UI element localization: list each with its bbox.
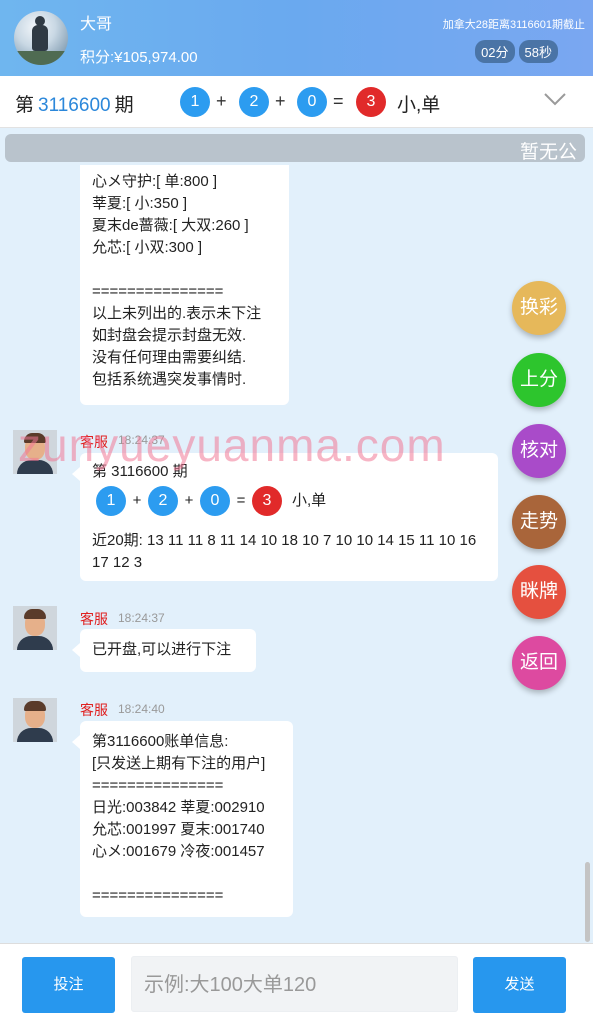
send-button[interactable]: 发送 xyxy=(473,957,566,1013)
countdown-timer: 02分 58秒 xyxy=(475,40,558,63)
message-time: 18:24:37 xyxy=(118,611,165,625)
message-line: 允芯:001997 夏末:001740 xyxy=(92,821,265,838)
message-line: 以上未列出的.表示未下注 xyxy=(92,305,262,322)
draw-result-bar[interactable]: 第 3116600 期 1 + 2 + 0 = 3 小,单 xyxy=(0,76,593,128)
draw-plus-1: + xyxy=(216,91,227,111)
message-ball-3: 0 xyxy=(200,486,230,516)
draw-equals: = xyxy=(333,91,344,111)
message-ball-2: 2 xyxy=(148,486,178,516)
switch-lottery-button[interactable]: 换彩 xyxy=(512,281,566,335)
message-line: 夏末de蔷薇:[ 大双:260 ] xyxy=(92,217,249,234)
input-bar: 投注 示例:大100大单120 发送 xyxy=(0,943,593,1024)
user-avatar[interactable] xyxy=(14,11,68,65)
draw-period: 第 3116600 期 xyxy=(15,90,134,117)
timer-seconds: 58秒 xyxy=(518,40,558,63)
header: 大哥 积分:¥105,974.00 加拿大28距离3116601期截止 02分 … xyxy=(0,0,593,76)
sender-name: 客服 xyxy=(80,611,108,627)
chat-scrollbar[interactable] xyxy=(585,862,590,942)
peek-cards-button[interactable]: 眯牌 xyxy=(512,565,566,619)
timer-minutes: 02分 xyxy=(475,40,515,63)
agent-avatar xyxy=(13,430,57,474)
message-draw-result: 小,单 xyxy=(292,492,327,509)
notice-text: 暂无公 xyxy=(519,142,577,162)
message-line: 心メ守护:[ 单:800 ] xyxy=(92,173,218,190)
message-line: 允芯:[ 小双:300 ] xyxy=(92,239,203,256)
chat-bubble-bill: 第3116600账单信息: [只发送上期有下注的用户] ============… xyxy=(72,721,293,917)
draw-prefix: 第 xyxy=(15,95,35,116)
message-line: =============== xyxy=(92,777,224,794)
message-line: [只发送上期有下注的用户] xyxy=(92,755,266,772)
message-line: 第3116600账单信息: xyxy=(92,733,229,750)
message-time: 18:24:40 xyxy=(118,702,165,716)
user-points: 积分:¥105,974.00 xyxy=(80,49,198,66)
sender-name: 客服 xyxy=(80,702,108,718)
draw-result: 小,单 xyxy=(397,95,441,116)
message-line: 莘夏:[ 小:350 ] xyxy=(92,195,188,212)
message-plus-1: + xyxy=(132,492,142,509)
bet-button[interactable]: 投注 xyxy=(22,957,115,1013)
message-time: 18:24:37 xyxy=(118,433,165,447)
message-line xyxy=(92,863,281,885)
message-line: 包括系统遇突发事情时. xyxy=(92,371,247,388)
chat-bubble-draw-result: 第 3116600 期 1 +2 +0 = 3 小,单 近20期: 13 11 11 8 … xyxy=(72,453,498,581)
chat-bubble-open: 已开盘,可以进行下注 xyxy=(72,629,256,672)
draw-suffix: 期 xyxy=(114,95,134,116)
draw-ball-2: 2 xyxy=(239,87,269,117)
message-draw-title: 第 3116600 期 xyxy=(92,463,188,480)
draw-period-number: 3116600 xyxy=(38,95,111,116)
message-line: 如封盘会提示封盘无效. xyxy=(92,327,247,344)
agent-avatar xyxy=(13,606,57,650)
trend-button[interactable]: 走势 xyxy=(512,495,566,549)
notice-marquee: 暂无公 xyxy=(5,134,585,162)
chat-area[interactable]: 心メ守护:[ 单:800 ] 莘夏:[ 小:350 ] 夏末de蔷薇:[ 大双:… xyxy=(0,165,593,943)
message-recent-history: 近20期: 13 11 11 8 11 14 10 18 10 7 10 10 … xyxy=(92,532,477,571)
message-line: 日光:003842 莘夏:002910 xyxy=(92,799,265,816)
deposit-button[interactable]: 上分 xyxy=(512,353,566,407)
message-sum-ball: 3 xyxy=(252,486,282,516)
bet-input[interactable]: 示例:大100大单120 xyxy=(131,956,458,1012)
user-name: 大哥 xyxy=(80,16,113,33)
chevron-down-icon[interactable] xyxy=(544,88,566,110)
draw-plus-2: + xyxy=(275,91,286,111)
draw-ball-3: 0 xyxy=(297,87,327,117)
message-ball-1: 1 xyxy=(96,486,126,516)
message-draw-balls: 1 +2 +0 = 3 小,单 xyxy=(92,486,486,524)
countdown-title: 加拿大28距离3116601期截止 xyxy=(442,19,585,31)
message-line: 没有任何理由需要纠结. xyxy=(92,349,247,366)
message-plus-2: + xyxy=(184,492,194,509)
message-equals: = xyxy=(236,492,246,509)
draw-ball-1: 1 xyxy=(180,87,210,117)
sender-name: 客服 xyxy=(80,434,108,450)
verify-button[interactable]: 核对 xyxy=(512,424,566,478)
chat-bubble-bet-summary: 心メ守护:[ 单:800 ] 莘夏:[ 小:350 ] 夏末de蔷薇:[ 大双:… xyxy=(80,165,289,405)
draw-sum-ball: 3 xyxy=(356,87,386,117)
back-button[interactable]: 返回 xyxy=(512,636,566,690)
message-line: =============== xyxy=(92,283,224,300)
message-line: =============== xyxy=(92,887,224,904)
agent-avatar xyxy=(13,698,57,742)
message-line xyxy=(92,259,277,281)
message-line: 心メ:001679 冷夜:001457 xyxy=(92,843,265,860)
